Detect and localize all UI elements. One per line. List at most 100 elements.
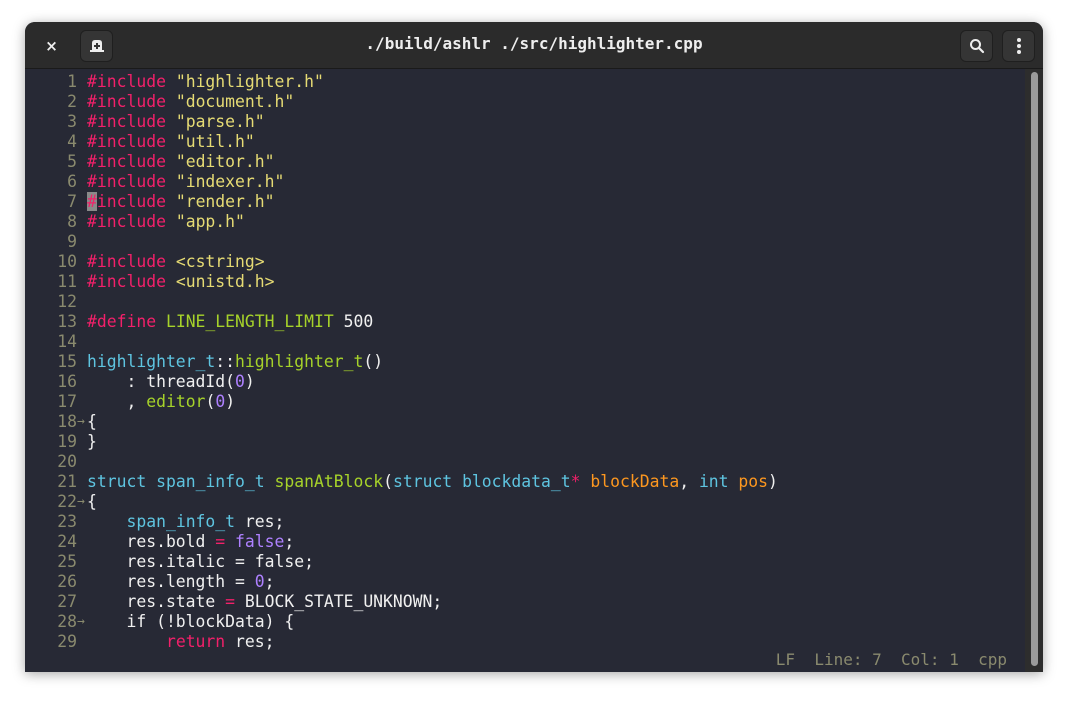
text-cursor: # (87, 192, 97, 211)
code-line[interactable]: 6 #include "indexer.h" (25, 172, 1025, 192)
code-token: res.length = (87, 572, 255, 591)
code-token: = (215, 532, 226, 551)
code-token: "parse.h" (175, 112, 265, 131)
code-token: #include (87, 112, 166, 131)
code-line[interactable]: 20 (25, 452, 1025, 472)
line-number: 4 (67, 132, 77, 151)
line-number: 9 (67, 232, 77, 251)
line-number: 22 (57, 492, 77, 511)
search-button[interactable] (960, 30, 993, 62)
more-vertical-icon (1016, 38, 1021, 54)
code-line[interactable]: 16 : threadId(0) (25, 372, 1025, 392)
fold-arrow-icon[interactable]: → (77, 612, 87, 632)
code-token: "highlighter.h" (175, 72, 324, 91)
code-line[interactable]: 12 (25, 292, 1025, 312)
line-code: #include "document.h" (87, 92, 294, 112)
fold-arrow-icon[interactable]: → (77, 492, 87, 512)
line-number: 19 (57, 432, 77, 451)
code-line[interactable]: 22 →{ (25, 492, 1025, 512)
code-token: ; (284, 532, 295, 551)
code-line[interactable]: 11 #include <unistd.h> (25, 272, 1025, 292)
fold-arrow-icon[interactable]: → (77, 412, 87, 432)
code-line[interactable]: 14 (25, 332, 1025, 352)
line-number: 21 (57, 472, 77, 491)
line-code: { (87, 412, 97, 432)
code-line[interactable]: 1 #include "highlighter.h" (25, 72, 1025, 92)
line-number: 23 (57, 512, 77, 531)
code-line[interactable]: 8 #include "app.h" (25, 212, 1025, 232)
line-code: { (87, 492, 97, 512)
code-token: res; (235, 512, 285, 531)
line-number: 15 (57, 352, 77, 371)
code-line[interactable]: 5 #include "editor.h" (25, 152, 1025, 172)
code-line[interactable]: 4 #include "util.h" (25, 132, 1025, 152)
code-line[interactable]: 25 res.italic = false; (25, 552, 1025, 572)
code-line[interactable]: 18 →{ (25, 412, 1025, 432)
scrollbar-thumb[interactable] (1031, 72, 1038, 666)
line-code: res.italic = false; (87, 552, 314, 572)
code-line[interactable]: 27 res.state = BLOCK_STATE_UNKNOWN; (25, 592, 1025, 612)
line-code: return res; (87, 632, 275, 652)
status-bar: LF Line: 7 Col: 1 cpp (776, 650, 1007, 669)
line-number: 29 (57, 632, 77, 651)
code-token: "document.h" (175, 92, 295, 111)
code-line[interactable]: 28 → if (!blockData) { (25, 612, 1025, 632)
code-token: #include (87, 252, 166, 271)
code-token: "render.h" (175, 192, 275, 211)
code-token: ) (244, 372, 255, 391)
line-code: #include "editor.h" (87, 152, 275, 172)
code-line[interactable]: 2 #include "document.h" (25, 92, 1025, 112)
code-line[interactable]: 24 res.bold = false; (25, 532, 1025, 552)
line-code: #include "render.h" (87, 192, 275, 212)
code-line[interactable]: 10 #include <cstring> (25, 252, 1025, 272)
line-code: res.bold = false; (87, 532, 294, 552)
code-line[interactable]: 19} (25, 432, 1025, 452)
line-number: 25 (57, 552, 77, 571)
line-code: struct span_info_t spanAtBlock(struct bl… (87, 472, 778, 492)
code-line[interactable]: 3 #include "parse.h" (25, 112, 1025, 132)
code-token: #include (87, 132, 166, 151)
line-number: 14 (57, 332, 77, 351)
code-line[interactable]: 26 res.length = 0; (25, 572, 1025, 592)
code-token: ) (768, 472, 778, 491)
code-token: 0 (235, 372, 245, 391)
code-token: "indexer.h" (175, 172, 285, 191)
line-number: 28 (57, 612, 77, 631)
line-code: #define LINE_LENGTH_LIMIT 500 (87, 312, 373, 332)
scrollbar-track[interactable] (1025, 69, 1043, 672)
code-token: ; (264, 572, 275, 591)
code-token: include (96, 192, 166, 211)
line-number: 27 (57, 592, 77, 611)
code-line[interactable]: 13 #define LINE_LENGTH_LIMIT 500 (25, 312, 1025, 332)
code-token: blockData (590, 472, 680, 491)
line-code: res.state = BLOCK_STATE_UNKNOWN; (87, 592, 442, 612)
line-code: highlighter_t::highlighter_t() (87, 352, 383, 372)
code-token: <cstring> (175, 252, 265, 271)
code-token: 500 (333, 312, 374, 331)
menu-button[interactable] (1002, 30, 1035, 62)
code-token: false (235, 532, 285, 551)
code-token: ) (225, 392, 236, 411)
code-line[interactable]: 17 , editor(0) (25, 392, 1025, 412)
line-number: 3 (67, 112, 77, 131)
code-line[interactable]: 21 struct span_info_t spanAtBlock(struct … (25, 472, 1025, 492)
code-line[interactable]: 7 #include "render.h" (25, 192, 1025, 212)
code-line[interactable]: 9 (25, 232, 1025, 252)
line-number: 20 (57, 452, 77, 471)
code-editor[interactable]: 1 #include "highlighter.h" 2 #include "docu… (25, 69, 1025, 672)
code-token: #include (87, 72, 166, 91)
code-line[interactable]: 23 span_info_t res; (25, 512, 1025, 532)
code-token: ( (383, 472, 393, 491)
code-line[interactable]: 15 highlighter_t::highlighter_t() (25, 352, 1025, 372)
line-code: : threadId(0) (87, 372, 255, 392)
code-line[interactable]: 29 return res; (25, 632, 1025, 652)
